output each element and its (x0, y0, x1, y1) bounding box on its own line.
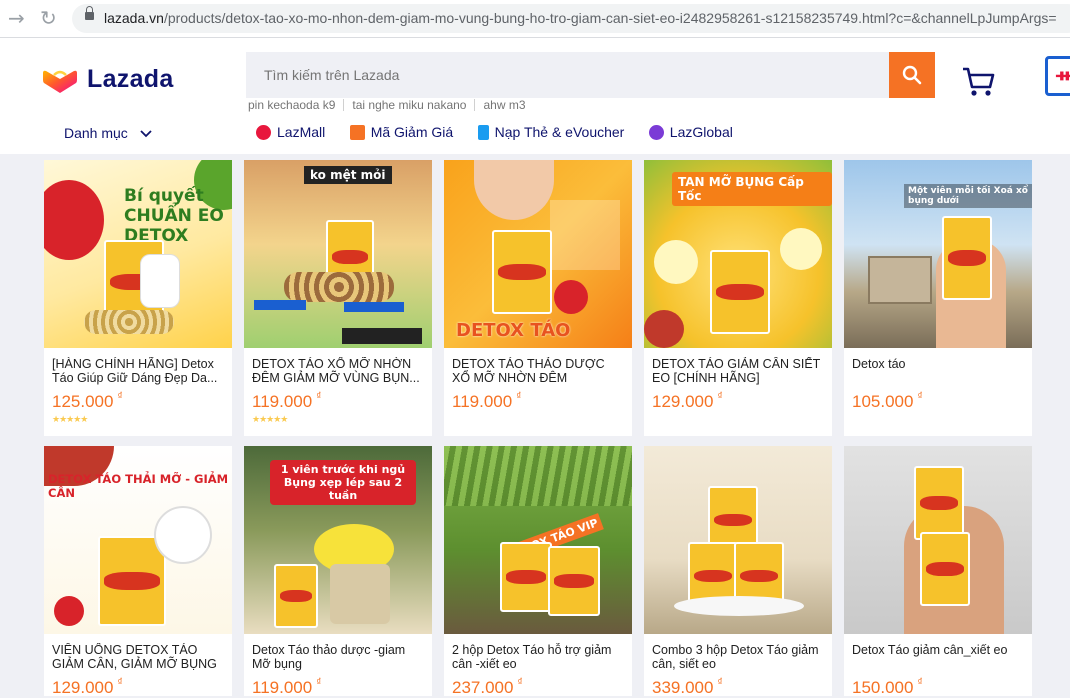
suggestion-link[interactable]: ahw m3 (483, 99, 533, 111)
rating-stars: ★★★★★ (252, 415, 288, 425)
link-topup[interactable]: Nạp Thẻ & eVoucher (477, 124, 624, 140)
product-card[interactable]: 1 viên trước khi ngủ Bụng xẹp lép sau 2 … (244, 446, 432, 697)
search-input[interactable] (246, 52, 889, 98)
cart-icon[interactable] (962, 66, 996, 98)
logo-text: Lazada (87, 65, 174, 93)
product-price: 237.000 ₫ (452, 677, 523, 697)
product-title[interactable]: DETOX TÁO THẢO DƯỢC XỔ MỠ NHỜN ĐÊM (452, 357, 624, 385)
product-card[interactable]: Bí quyết CHUẨN EO DETOX TÁO [HÀNG CHÍNH … (44, 160, 232, 436)
phone-card-icon (477, 124, 489, 140)
product-price: 339.000 ₫ (652, 677, 723, 697)
product-image[interactable] (844, 446, 1032, 634)
product-grid: Bí quyết CHUẨN EO DETOX TÁO [HÀNG CHÍNH … (0, 154, 1070, 697)
browser-toolbar: → ↻ lazada.vn/products/detox-tao-xo-mo-n… (0, 0, 1070, 38)
product-price: 119.000 ₫ (452, 391, 522, 411)
lazglobal-icon (648, 124, 664, 140)
product-title[interactable]: Detox Táo giảm cân_xiết eo (852, 643, 1024, 657)
link-lazmall[interactable]: LazMall (256, 124, 325, 140)
product-title[interactable]: DETOX TÁO GIẢM CÂN SIẾT EO [CHÍNH HÃNG] (652, 357, 824, 385)
product-image[interactable]: ko mệt mỏi (244, 160, 432, 348)
product-card[interactable]: ko mệt mỏi DETOX TÁO XỔ MỠ NHỜN ĐÊM GIẢM… (244, 160, 432, 436)
voucher-icon (349, 124, 365, 140)
badge-glyph: ᚔ (1056, 65, 1070, 86)
product-image[interactable]: TAN MỠ BỤNG Cấp Tốc (644, 160, 832, 348)
product-title[interactable]: 2 hộp Detox Táo hỗ trợ giảm cân -xiết eo (452, 643, 624, 671)
product-image[interactable]: Một viên mỗi tối Xoá xổ bụng dưới (844, 160, 1032, 348)
app-download-badge[interactable]: ᚔ (1045, 56, 1070, 96)
product-card[interactable]: DETOX TÁO THẢI MỠ - GIẢM CÂN VIÊN UỐNG D… (44, 446, 232, 697)
lazada-heart-icon (43, 70, 77, 93)
product-image[interactable] (644, 446, 832, 634)
category-menu[interactable]: Danh mục (64, 125, 152, 141)
channel-links: LazMall Mã Giảm Giá Nạp Thẻ & eVoucher L… (256, 123, 753, 141)
product-title[interactable]: Detox Táo thảo dược -giam Mỡ bụng (252, 643, 424, 671)
product-price: 150.000 ₫ (852, 677, 923, 697)
product-image[interactable]: 1 viên trước khi ngủ Bụng xẹp lép sau 2 … (244, 446, 432, 634)
search-icon (902, 65, 922, 85)
rating-stars: ★★★★★ (52, 415, 88, 425)
product-title[interactable]: DETOX TÁO XỔ MỠ NHỜN ĐÊM GIẢM MỠ VÙNG BỤ… (252, 357, 424, 385)
product-price: 119.000 ₫ (252, 391, 322, 411)
product-card[interactable]: Combo 3 hộp Detox Táo giảm cân, siết eo … (644, 446, 832, 697)
product-image[interactable]: Bí quyết CHUẨN EO DETOX TÁO (44, 160, 232, 348)
product-card[interactable]: Detox Táo giảm cân_xiết eo 150.000 ₫ (844, 446, 1032, 697)
suggestion-link[interactable]: tai nghe miku nakano (352, 99, 476, 111)
address-bar[interactable]: lazada.vn/products/detox-tao-xo-mo-nhon-… (72, 4, 1070, 33)
lock-icon (85, 6, 94, 20)
url-text[interactable]: lazada.vn/products/detox-tao-xo-mo-nhon-… (104, 10, 1057, 26)
product-price: 119.000 ₫ (252, 677, 322, 697)
product-card[interactable]: DETOX TÁO VIP 2 hộp Detox Táo hỗ trợ giả… (444, 446, 632, 697)
product-title[interactable]: VIÊN UỐNG DETOX TÁO GIẢM CÂN, GIẢM MỠ BỤ… (52, 643, 224, 671)
product-price: 105.000 ₫ (852, 391, 923, 411)
product-price: 129.000 ₫ (652, 391, 723, 411)
link-voucher[interactable]: Mã Giảm Giá (349, 124, 453, 140)
search-button[interactable] (889, 52, 935, 98)
reload-icon[interactable]: ↻ (40, 8, 57, 28)
suggestion-link[interactable]: pin kechaoda k9 (248, 99, 345, 111)
search-suggestions: pin kechaoda k9 tai nghe miku nakano ahw m… (248, 98, 542, 112)
chevron-down-icon (140, 130, 152, 138)
product-image[interactable]: DETOX TÁO THẢI MỠ - GIẢM CÂN (44, 446, 232, 634)
product-title[interactable]: Combo 3 hộp Detox Táo giảm cân, siết eo (652, 643, 824, 671)
product-title[interactable]: Detox táo (852, 357, 1024, 371)
site-header: Lazada ᚔ pin kechaoda k9 tai nghe miku na… (0, 38, 1070, 154)
product-image[interactable]: DETOX TÁO (444, 160, 632, 348)
product-price: 129.000 ₫ (52, 677, 123, 697)
product-card[interactable]: Một viên mỗi tối Xoá xổ bụng dưới Detox … (844, 160, 1032, 436)
product-card[interactable]: TAN MỠ BỤNG Cấp Tốc DETOX TÁO GIẢM CÂN S… (644, 160, 832, 436)
lazmall-icon (256, 124, 271, 140)
product-price: 125.000 ₫ (52, 391, 123, 411)
product-card[interactable]: DETOX TÁO DETOX TÁO THẢO DƯỢC XỔ MỠ NHỜN… (444, 160, 632, 436)
category-label: Danh mục (64, 125, 128, 141)
link-lazglobal[interactable]: LazGlobal (648, 124, 733, 140)
product-image[interactable]: DETOX TÁO VIP (444, 446, 632, 634)
product-title[interactable]: [HÀNG CHÍNH HÃNG] Detox Táo Giúp Giữ Dán… (52, 357, 224, 385)
back-arrow-icon[interactable]: → (8, 8, 25, 28)
